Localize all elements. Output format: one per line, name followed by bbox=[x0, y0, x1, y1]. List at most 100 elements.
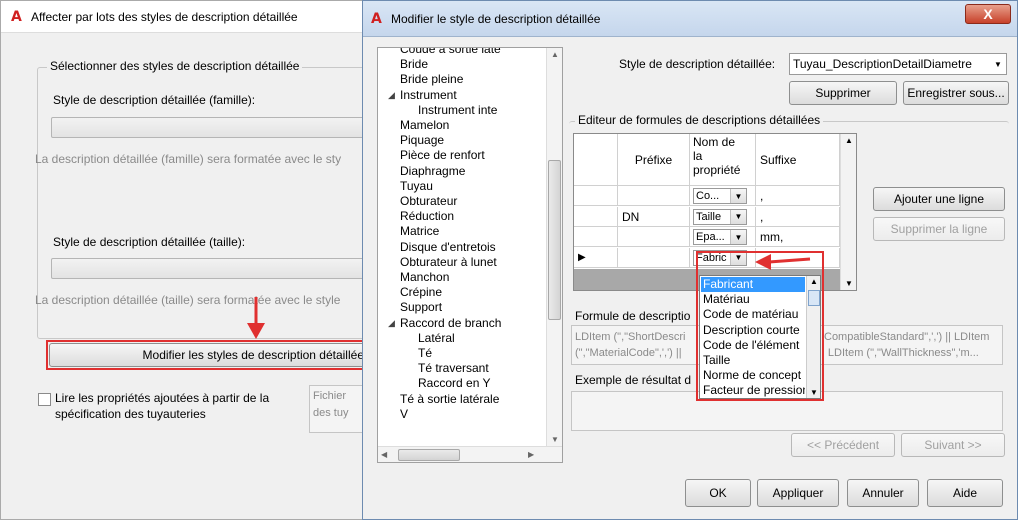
scroll-down-icon[interactable]: ▼ bbox=[551, 435, 559, 444]
tree-expand-icon[interactable]: ◢ bbox=[388, 90, 395, 101]
size-style-label: Style de description détaillée (taille): bbox=[53, 235, 246, 249]
property-combo[interactable]: Taille ▼ bbox=[693, 208, 747, 225]
row-selector[interactable] bbox=[574, 227, 618, 247]
chevron-down-icon[interactable]: ▼ bbox=[730, 209, 746, 224]
property-cell[interactable]: Taille ▼ bbox=[690, 206, 756, 227]
front-dialog-title: Modifier le style de description détaill… bbox=[391, 12, 601, 26]
family-style-select[interactable] bbox=[51, 117, 371, 138]
tree-item[interactable]: Obturateur à lunet bbox=[400, 255, 497, 269]
suffix-cell[interactable]: , bbox=[756, 186, 840, 206]
delete-style-button[interactable]: Supprimer bbox=[789, 81, 897, 105]
next-button: Suivant >> bbox=[901, 433, 1005, 457]
tree-vertical-thumb[interactable] bbox=[548, 160, 561, 320]
row-selector[interactable] bbox=[574, 186, 618, 206]
property-cell[interactable]: Co... ▼ bbox=[690, 186, 756, 206]
formula-line2: (","MaterialCode",',') || bbox=[575, 347, 682, 359]
tree-item[interactable]: Support bbox=[400, 300, 442, 314]
row-selector[interactable]: ▶ bbox=[574, 247, 618, 268]
tree-horizontal-thumb[interactable] bbox=[398, 449, 460, 461]
property-combo[interactable]: Co... ▼ bbox=[693, 188, 747, 204]
tree-item[interactable]: Instrument inte bbox=[418, 103, 497, 117]
tree-item[interactable]: Bride bbox=[400, 57, 428, 71]
spec-file-line2: des tuy bbox=[313, 407, 349, 419]
header-suffix[interactable]: Suffixe bbox=[756, 134, 840, 186]
tree-item[interactable]: Matrice bbox=[400, 224, 439, 238]
header-property-line2: la bbox=[693, 149, 703, 163]
apply-button[interactable]: Appliquer bbox=[757, 479, 839, 507]
tree-item[interactable]: Pièce de renfort bbox=[400, 148, 485, 162]
header-property-line1: Nom de bbox=[693, 135, 736, 149]
tree-item[interactable]: Mamelon bbox=[400, 118, 449, 132]
tree-item[interactable]: Réduction bbox=[400, 209, 454, 223]
formula-line1b: CompatibleStandard",',') || LDItem bbox=[824, 331, 990, 343]
save-as-button[interactable]: Enregistrer sous... bbox=[903, 81, 1009, 105]
header-prefix[interactable]: Préfixe bbox=[618, 134, 690, 186]
size-style-note: La description détaillée (taille) sera f… bbox=[35, 293, 341, 307]
grid-vertical-scrollbar[interactable]: ▲ ▼ bbox=[840, 134, 856, 290]
add-row-button[interactable]: Ajouter une ligne bbox=[873, 187, 1005, 211]
property-combo[interactable]: Epa... ▼ bbox=[693, 229, 747, 245]
tree-item[interactable]: Té bbox=[418, 346, 432, 360]
tree-item[interactable]: V bbox=[400, 407, 408, 421]
previous-button: << Précédent bbox=[791, 433, 895, 457]
tree-item[interactable]: Latéral bbox=[418, 331, 455, 345]
back-dialog: A Affecter par lots des styles de descri… bbox=[0, 0, 377, 520]
chevron-down-icon: ▼ bbox=[990, 54, 1006, 74]
chevron-down-icon[interactable]: ▼ bbox=[730, 189, 746, 203]
family-style-label: Style de description détaillée (famille)… bbox=[53, 93, 256, 107]
scroll-up-icon[interactable]: ▲ bbox=[551, 50, 559, 59]
component-tree[interactable]: Coude à sortie laté Bride Bride pleine ◢ Ins… bbox=[377, 47, 563, 463]
tree-item[interactable]: Disque d'entretois bbox=[400, 240, 496, 254]
row-selector[interactable] bbox=[574, 206, 618, 227]
tree-item[interactable]: Obturateur bbox=[400, 194, 457, 208]
read-properties-checkbox[interactable] bbox=[38, 393, 51, 406]
back-dialog-titlebar: A Affecter par lots des styles de descri… bbox=[1, 1, 371, 33]
property-cell[interactable]: Epa... ▼ bbox=[690, 227, 756, 247]
help-button[interactable]: Aide bbox=[927, 479, 1003, 507]
tree-expand-icon[interactable]: ◢ bbox=[388, 318, 395, 329]
tree-item[interactable]: Manchon bbox=[400, 270, 449, 284]
back-dialog-title: Affecter par lots des styles de descript… bbox=[31, 10, 298, 24]
autocad-logo-icon: A bbox=[371, 11, 382, 27]
grid-scroll-up-icon[interactable]: ▲ bbox=[845, 136, 853, 145]
dropdown-highlight-box bbox=[696, 251, 824, 401]
example-label: Exemple de résultat d bbox=[575, 373, 692, 387]
property-combo-value: Co... bbox=[696, 190, 720, 202]
prefix-cell[interactable]: DN bbox=[618, 206, 690, 227]
close-icon[interactable]: X bbox=[965, 4, 1011, 24]
tree-item[interactable]: Piquage bbox=[400, 133, 444, 147]
scroll-left-icon[interactable]: ◀ bbox=[381, 450, 387, 459]
tree-item[interactable]: Bride pleine bbox=[400, 72, 463, 86]
suffix-cell[interactable]: mm, bbox=[756, 227, 840, 247]
scroll-right-icon[interactable]: ▶ bbox=[528, 450, 534, 459]
front-dialog: A Modifier le style de description détai… bbox=[362, 0, 1018, 520]
tree-item[interactable]: Té traversant bbox=[418, 361, 489, 375]
ok-button[interactable]: OK bbox=[685, 479, 751, 507]
tree-item[interactable]: Diaphragme bbox=[400, 164, 465, 178]
tree-item[interactable]: Crépine bbox=[400, 285, 442, 299]
style-label: Style de description détaillée: bbox=[619, 57, 776, 71]
front-dialog-titlebar: A Modifier le style de description détai… bbox=[363, 1, 1017, 37]
grid-scroll-down-icon[interactable]: ▼ bbox=[845, 279, 853, 288]
red-down-arrow-icon bbox=[247, 297, 265, 339]
prefix-cell[interactable] bbox=[618, 247, 690, 268]
prefix-cell[interactable] bbox=[618, 227, 690, 247]
suffix-cell[interactable]: , bbox=[756, 206, 840, 227]
tree-item[interactable]: Tuyau bbox=[400, 179, 433, 193]
tree-item[interactable]: Coude à sortie laté bbox=[400, 48, 501, 56]
checkbox-label-line1: Lire les propriétés ajoutées à partir de… bbox=[55, 391, 270, 405]
header-property[interactable]: Nom de la propriété bbox=[690, 134, 756, 186]
checkbox-label-line2: spécification des tuyauteries bbox=[55, 407, 206, 421]
autocad-logo-icon: A bbox=[11, 9, 22, 25]
tree-item[interactable]: Instrument bbox=[400, 88, 457, 102]
tree-item[interactable]: Té à sortie latérale bbox=[400, 392, 499, 406]
header-property-line3: propriété bbox=[693, 163, 741, 177]
size-style-select[interactable] bbox=[51, 258, 371, 279]
tree-item[interactable]: Raccord en Y bbox=[418, 376, 491, 390]
style-combo[interactable]: Tuyau_DescriptionDetailDiametre ▼ bbox=[789, 53, 1007, 75]
cancel-button[interactable]: Annuler bbox=[847, 479, 919, 507]
chevron-down-icon[interactable]: ▼ bbox=[730, 230, 746, 244]
delete-row-button: Supprimer la ligne bbox=[873, 217, 1005, 241]
prefix-cell[interactable] bbox=[618, 186, 690, 206]
tree-item[interactable]: Raccord de branch bbox=[400, 316, 501, 330]
